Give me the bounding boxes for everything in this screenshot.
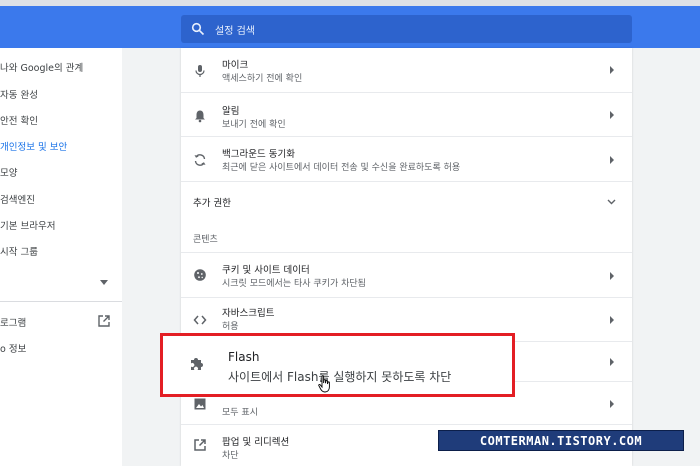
image-icon	[194, 398, 206, 410]
sidebar-item-search-engine[interactable]: 검색엔진	[0, 192, 35, 206]
chevron-right-icon	[610, 156, 614, 164]
more-permissions-label: 추가 권한	[193, 198, 231, 209]
flash-subtitle: 사이트에서 Flash를 실행하지 못하도록 차단	[228, 370, 452, 384]
row-title: 백그라운드 동기화	[222, 149, 295, 160]
list-item-notifications[interactable]: 알림 보내기 전에 확인	[181, 92, 632, 136]
row-subtitle: 최근에 닫은 사이트에서 데이터 전송 및 수신을 완료하도록 허용	[222, 163, 461, 173]
chevron-right-icon	[610, 358, 614, 366]
sidebar-divider	[0, 301, 122, 302]
watermark-badge: COMTERMAN.TISTORY.COM	[438, 430, 684, 451]
sidebar-item-privacy[interactable]: 개인정보 및 보안	[0, 139, 67, 153]
bell-icon	[195, 110, 205, 123]
settings-card: 마이크 액세스하기 전에 확인 알림 보내기 전에 확인 백그라운드 동기화 최…	[181, 48, 632, 466]
row-subtitle: 액세스하기 전에 확인	[222, 74, 303, 84]
cookie-icon	[194, 269, 206, 281]
mic-icon	[195, 65, 205, 77]
row-subtitle: 시크릿 모드에서는 타사 쿠키가 차단됨	[222, 279, 366, 289]
sidebar-item-autofill[interactable]: 자동 완성	[0, 87, 38, 101]
row-subtitle: 차단	[222, 451, 239, 461]
chevron-right-icon	[610, 316, 614, 324]
flash-highlight-box[interactable]: Flash 사이트에서 Flash를 실행하지 못하도록 차단	[160, 333, 515, 397]
row-title: 알림	[222, 106, 240, 117]
puzzle-icon	[191, 358, 203, 370]
row-title: 쿠키 및 사이트 데이터	[222, 265, 310, 276]
sync-icon	[194, 154, 206, 166]
chevron-down-icon[interactable]	[100, 280, 108, 286]
sidebar-item-on-startup[interactable]: 시작 그룹	[0, 244, 38, 258]
list-item-cookies[interactable]: 쿠키 및 사이트 데이터 시크릿 모드에서는 타사 쿠키가 차단됨	[181, 252, 632, 297]
section-heading-content: 콘텐츠	[193, 235, 218, 245]
sidebar-item-appearance[interactable]: 모양	[0, 165, 17, 179]
row-subtitle: 허용	[222, 322, 239, 332]
list-item-microphone[interactable]: 마이크 액세스하기 전에 확인	[181, 48, 632, 92]
row-subtitle: 보내기 전에 확인	[222, 120, 286, 130]
search-icon	[191, 22, 205, 36]
expand-more-permissions[interactable]: 추가 권한	[181, 181, 632, 221]
chevron-right-icon	[610, 400, 614, 408]
code-icon	[193, 315, 207, 325]
chevron-right-icon	[610, 66, 614, 74]
row-title: 자바스크립트	[222, 308, 275, 319]
hand-cursor-icon	[318, 375, 330, 393]
row-subtitle: 모두 표시	[222, 408, 258, 418]
chevron-right-icon	[610, 272, 614, 280]
chevron-down-icon	[607, 199, 616, 205]
sidebar: 나와 Google의 관계 자동 완성 안전 확인 개인정보 및 보안 모양 검…	[0, 48, 122, 466]
sidebar-item-about[interactable]: o 정보	[0, 341, 26, 355]
sidebar-item-default-browser[interactable]: 기본 브라우저	[0, 218, 55, 232]
open-in-new-icon[interactable]	[98, 315, 110, 327]
list-item-background-sync[interactable]: 백그라운드 동기화 최근에 닫은 사이트에서 데이터 전송 및 수신을 완료하도…	[181, 136, 632, 181]
row-title: 마이크	[222, 60, 249, 71]
row-title: 팝업 및 리디렉션	[222, 437, 290, 448]
sidebar-item-google[interactable]: 나와 Google의 관계	[0, 60, 83, 74]
sidebar-item-safety-check[interactable]: 안전 확인	[0, 113, 38, 127]
search-input[interactable]: 설정 검색	[181, 15, 632, 43]
search-placeholder: 설정 검색	[215, 25, 255, 37]
open-in-new-icon	[194, 439, 206, 451]
flash-title: Flash	[228, 350, 260, 364]
chevron-right-icon	[610, 111, 614, 119]
sidebar-item-extensions[interactable]: 로그램	[0, 315, 26, 329]
